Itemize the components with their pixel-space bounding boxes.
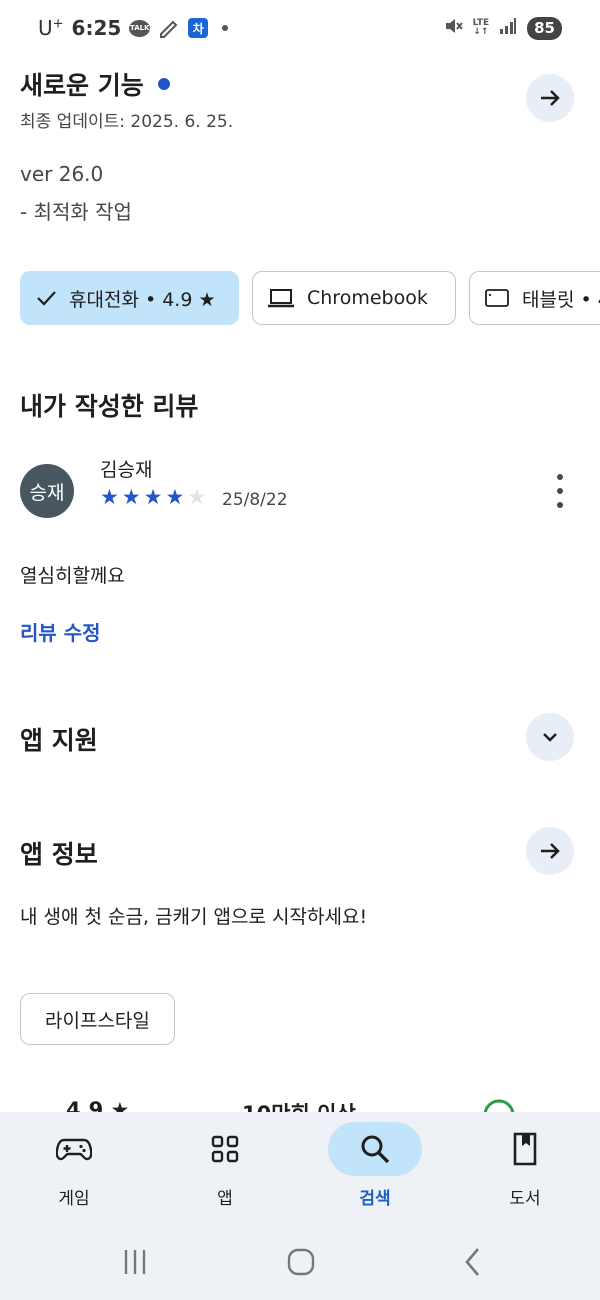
nav-apps[interactable]: 앱 xyxy=(175,1122,275,1209)
star-filled-icon: ★ xyxy=(100,485,119,509)
signal-icon xyxy=(499,17,517,39)
whats-new-arrow-button[interactable] xyxy=(526,74,574,122)
app-info-title[interactable]: 앱 정보 xyxy=(20,835,98,871)
device-chip-label: 휴대전화 • 4.9 ★ xyxy=(69,288,216,311)
star-filled-icon: ★ xyxy=(143,485,163,509)
notification-app-icon: 차 xyxy=(188,18,209,38)
apps-grid-icon xyxy=(178,1122,272,1176)
device-chip-label: Chromebook xyxy=(307,287,428,309)
kakaotalk-icon: TALK xyxy=(129,19,151,37)
review-text: 열심히할께요 xyxy=(20,565,125,587)
status-time: 6:25 xyxy=(71,16,122,40)
reviewer-name: 김승재 xyxy=(100,459,153,481)
more-notifications-dot xyxy=(222,25,229,31)
nav-label: 앱 xyxy=(217,1189,233,1209)
star-empty-icon: ★ xyxy=(187,485,207,509)
app-support-expand-button[interactable] xyxy=(526,713,574,761)
star-rating: ★ ★ ★ ★ ★ xyxy=(100,486,206,508)
nav-books[interactable]: 도서 xyxy=(475,1122,575,1209)
back-icon[interactable] xyxy=(450,1240,496,1284)
review-date: 25/8/22 xyxy=(222,490,288,510)
nav-label: 게임 xyxy=(58,1189,90,1209)
nav-label: 검색 xyxy=(359,1189,391,1209)
star-filled-icon: ★ xyxy=(165,485,185,509)
mute-icon xyxy=(443,16,463,40)
app-description: 내 생애 첫 순금, 금캐기 앱으로 시작하세요! xyxy=(20,906,368,928)
pencil-icon xyxy=(158,17,180,39)
laptop-icon xyxy=(267,287,295,309)
gamepad-icon xyxy=(27,1122,121,1176)
new-indicator-dot xyxy=(157,78,170,90)
search-icon xyxy=(328,1122,422,1176)
recent-apps-icon[interactable] xyxy=(112,1240,158,1284)
whats-new-title: 새로운 기능 xyxy=(20,66,170,102)
battery-indicator: 85 xyxy=(527,16,562,40)
more-options-icon[interactable] xyxy=(548,474,572,508)
nav-games[interactable]: 게임 xyxy=(24,1122,124,1209)
tablet-icon xyxy=(484,287,510,309)
category-chip[interactable]: 라이프스타일 xyxy=(20,993,175,1045)
check-icon xyxy=(35,287,57,309)
device-chip-tablet[interactable]: 태블릿 • 4 xyxy=(469,271,600,325)
device-chip-chromebook[interactable]: Chromebook xyxy=(252,271,456,325)
app-support-title[interactable]: 앱 지원 xyxy=(20,721,98,757)
carrier-label: U+ xyxy=(38,16,64,40)
release-version: ver 26.0 xyxy=(20,162,104,186)
network-type: LTE ↓↑ xyxy=(472,18,490,37)
system-navigation-bar xyxy=(0,1240,600,1284)
book-icon xyxy=(478,1122,572,1176)
star-filled-icon: ★ xyxy=(121,485,141,509)
device-chip-phone[interactable]: 휴대전화 • 4.9 ★ xyxy=(20,271,239,325)
edit-review-link[interactable]: 리뷰 수정 xyxy=(20,617,101,646)
arrow-right-icon xyxy=(541,843,560,859)
my-review-title: 내가 작성한 리뷰 xyxy=(20,392,199,421)
nav-label: 도서 xyxy=(509,1189,541,1209)
chevron-down-icon xyxy=(543,733,557,742)
avatar: 승재 xyxy=(20,464,74,518)
release-note: - 최적화 작업 xyxy=(20,200,132,224)
last-updated-text: 최종 업데이트: 2025. 6. 25. xyxy=(20,112,234,132)
nav-search[interactable]: 검색 xyxy=(325,1122,425,1209)
home-icon[interactable] xyxy=(278,1240,324,1284)
arrow-right-icon xyxy=(541,90,560,106)
status-bar: U+ 6:25 TALK 차 LTE ↓↑ 85 xyxy=(0,0,600,60)
app-info-arrow-button[interactable] xyxy=(526,827,574,875)
device-chip-label: 태블릿 • 4 xyxy=(522,288,600,311)
